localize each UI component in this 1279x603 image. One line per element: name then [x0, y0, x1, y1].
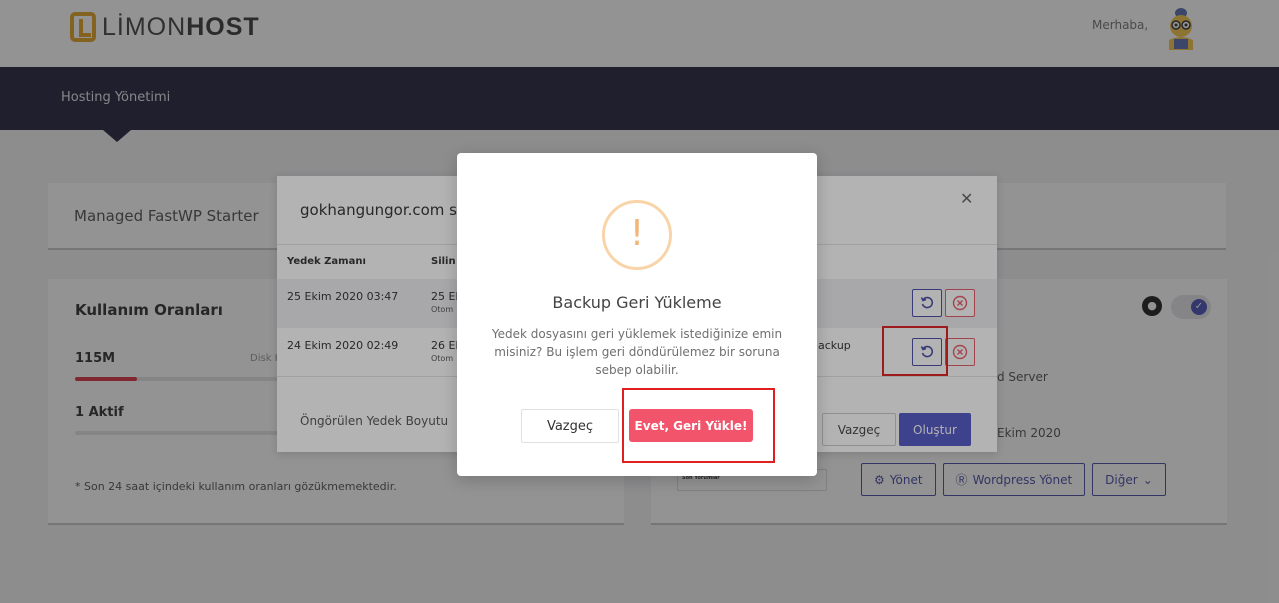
confirm-dialog-title: Backup Geri Yükleme	[552, 293, 722, 312]
confirm-cancel-button[interactable]: Vazgeç	[521, 409, 619, 443]
confirm-highlight-box	[622, 388, 775, 463]
warning-icon: !	[602, 200, 672, 270]
confirm-dialog-message: Yedek dosyasını geri yüklemek istediğini…	[491, 327, 783, 377]
